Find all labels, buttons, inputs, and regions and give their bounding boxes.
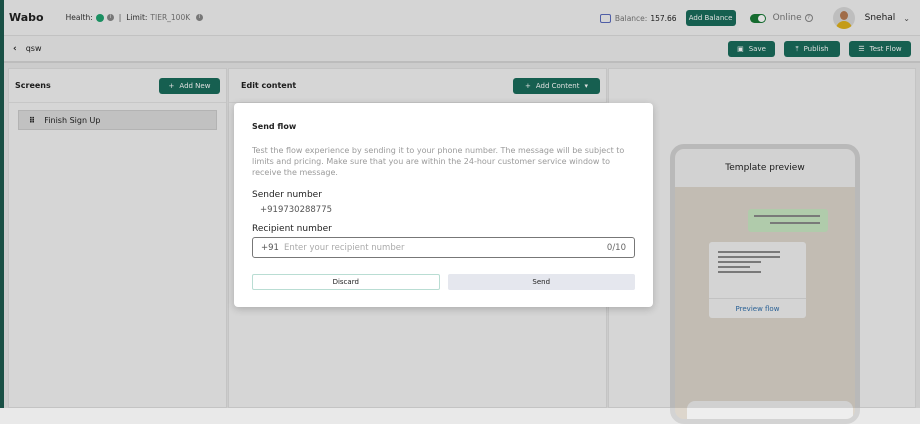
dialog-title: Send flow	[252, 122, 297, 131]
recipient-number-label: Recipient number	[252, 224, 332, 234]
recipient-number-field[interactable]: +91 Enter your recipient number 0/10	[252, 237, 635, 258]
character-counter: 0/10	[606, 242, 626, 253]
dialog-description: Test the flow experience by sending it t…	[252, 146, 625, 177]
send-flow-dialog: Send flow Test the flow experience by se…	[234, 103, 653, 307]
sender-number-value: +919730288775	[260, 205, 333, 215]
country-code: +91	[261, 242, 279, 253]
sender-number-label: Sender number	[252, 190, 322, 200]
recipient-number-input[interactable]: Enter your recipient number	[284, 243, 607, 253]
send-button[interactable]: Send	[447, 274, 635, 290]
discard-button[interactable]: Discard	[252, 274, 440, 290]
